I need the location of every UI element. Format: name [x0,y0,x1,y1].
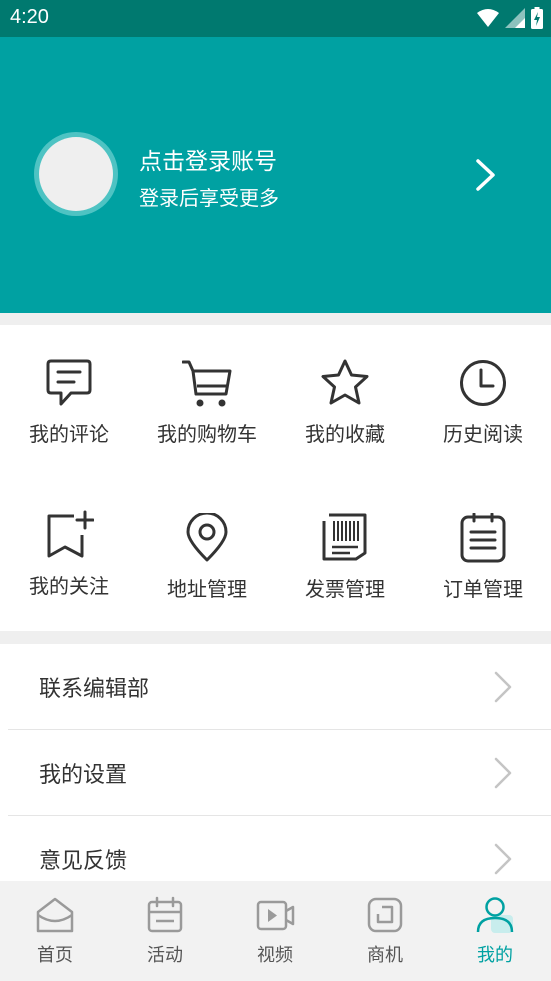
grid-item-comments[interactable]: 我的评论 [0,358,138,447]
tab-business[interactable]: 商机 [330,881,440,981]
video-icon [256,900,295,931]
grid-item-favorites[interactable]: 我的收藏 [276,358,414,447]
user-icon [476,897,514,933]
tab-activities[interactable]: 活动 [110,881,220,981]
calendar-icon [147,896,183,933]
list-item-settings[interactable]: 我的设置 [8,730,551,816]
grid-item-cart[interactable]: 我的购物车 [138,358,276,447]
grid-item-label: 历史阅读 [443,422,523,446]
login-title[interactable]: 点击登录账号 [139,142,277,176]
signal-icon [505,8,525,28]
chevron-right-icon [494,757,512,789]
tab-label: 首页 [37,945,73,966]
tab-label: 商机 [367,945,403,966]
chevron-right-icon [494,671,512,703]
business-icon [367,897,403,933]
wifi-icon [477,9,499,27]
settings-list: 联系编辑部 我的设置 意见反馈 [0,644,551,881]
cart-icon [182,360,232,407]
grid-item-label: 发票管理 [305,577,385,601]
home-icon [36,897,74,933]
tab-me[interactable]: 我的 [440,881,550,981]
login-subtitle: 登录后享受更多 [139,186,279,210]
tab-label: 我的 [477,945,513,966]
status-bar: 4:20 [0,0,551,37]
tab-label: 活动 [147,945,183,966]
avatar[interactable] [39,137,113,211]
tab-home[interactable]: 首页 [0,881,110,981]
grid-item-orders[interactable]: 订单管理 [414,513,551,602]
grid-item-address[interactable]: 地址管理 [138,513,276,602]
bottom-tab-bar: 首页 活动 视频 商机 我的 [0,881,551,981]
chevron-right-icon[interactable] [472,158,500,192]
status-icons [477,7,543,29]
bookmark-add-icon [47,510,94,558]
list-item-label: 我的设置 [39,763,128,788]
list-item-contact-editor[interactable]: 联系编辑部 [8,644,551,730]
list-item-label: 联系编辑部 [39,677,150,702]
location-pin-icon [186,513,228,562]
grid-item-following[interactable]: 我的关注 [0,510,138,599]
battery-icon [531,7,543,29]
chevron-right-icon [494,843,512,875]
grid-item-invoice[interactable]: 发票管理 [276,513,414,602]
comment-icon [46,359,92,406]
status-time: 4:20 [10,6,49,28]
order-list-icon [460,513,506,563]
list-item-feedback[interactable]: 意见反馈 [8,816,551,881]
feature-grid: 我的评论 我的购物车 我的收藏 历史阅读 我的关注 地址管理 发票管理 订单管理 [0,325,551,631]
grid-item-label: 我的关注 [29,574,109,598]
invoice-icon [322,513,367,561]
star-icon [321,359,369,405]
tab-video[interactable]: 视频 [220,881,330,981]
tab-label: 视频 [257,945,293,966]
grid-item-label: 我的购物车 [157,422,257,446]
grid-item-label: 订单管理 [443,577,523,601]
grid-item-label: 我的收藏 [305,422,385,446]
grid-item-label: 我的评论 [29,422,109,446]
list-item-label: 意见反馈 [39,849,128,874]
grid-item-history[interactable]: 历史阅读 [414,358,551,447]
grid-item-label: 地址管理 [167,577,247,601]
clock-icon [460,360,506,406]
